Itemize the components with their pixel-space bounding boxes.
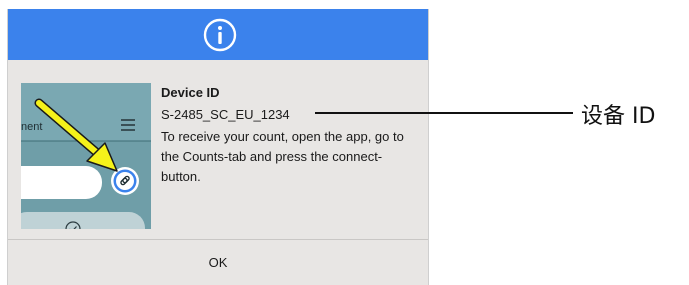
device-id-title: Device ID bbox=[161, 85, 220, 100]
link-icon bbox=[111, 167, 139, 195]
device-id-value: S-2485_SC_EU_1234 bbox=[161, 107, 290, 122]
callout-line bbox=[315, 112, 573, 114]
app-screenshot-image: nent bbox=[21, 83, 151, 229]
instructions-text: To receive your count, open the app, go … bbox=[161, 129, 404, 184]
info-icon bbox=[203, 18, 237, 52]
ok-button[interactable]: OK bbox=[8, 240, 428, 285]
callout-label: 设备 ID bbox=[581, 104, 656, 129]
partial-header-label: nent bbox=[21, 121, 42, 133]
dialog-header bbox=[8, 9, 428, 60]
device-id-dialog: nent Device ID S-2485_SC_EU_1234 To rece… bbox=[7, 9, 429, 285]
app-screenshot-thumbnail: nent bbox=[21, 83, 151, 229]
canvas: nent Device ID S-2485_SC_EU_1234 To rece… bbox=[0, 0, 689, 285]
